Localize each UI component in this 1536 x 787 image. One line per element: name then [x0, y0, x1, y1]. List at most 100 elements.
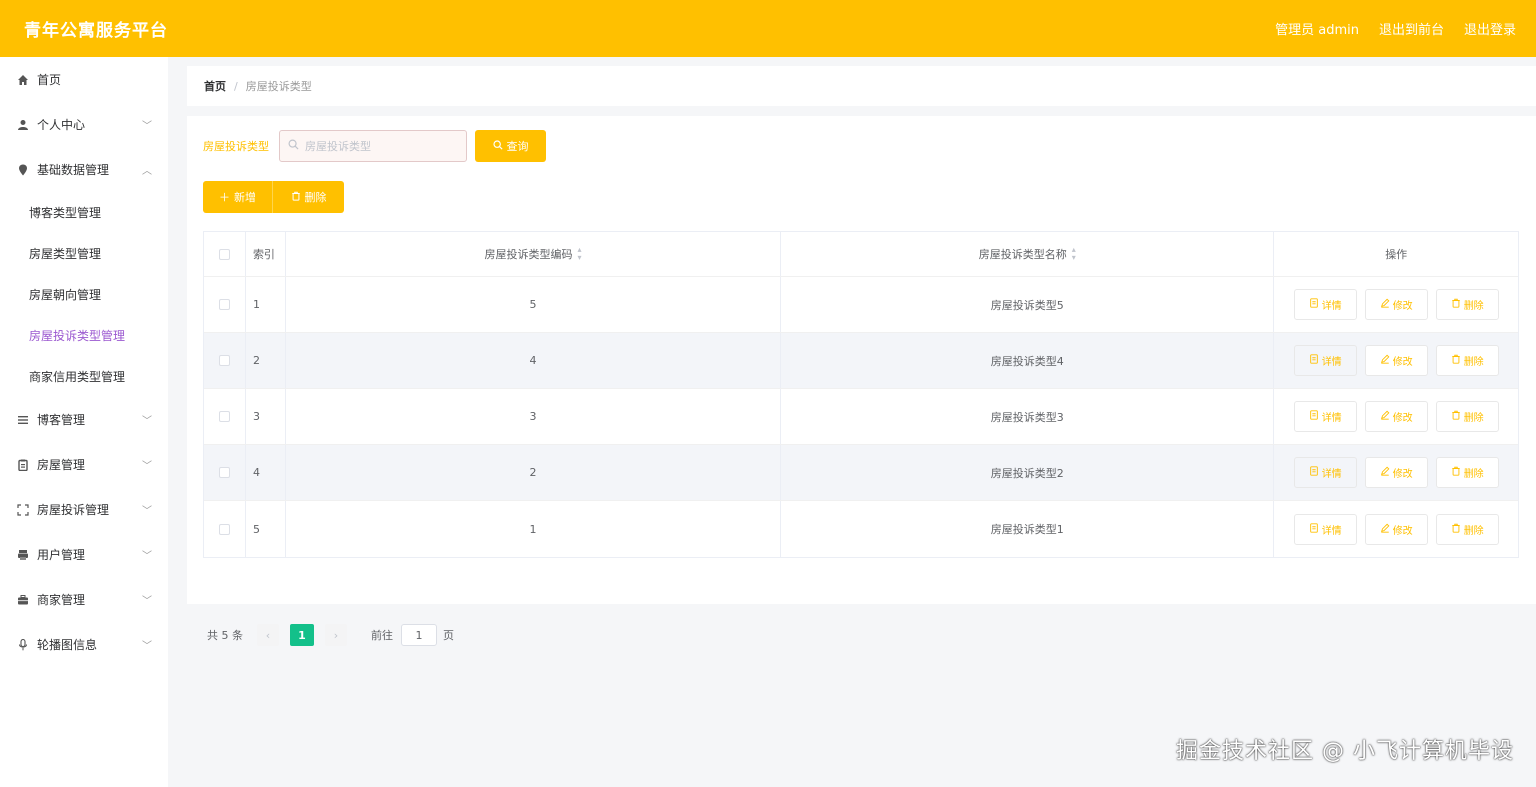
- edit-icon: [1380, 410, 1390, 423]
- delete-button[interactable]: 删除: [1435, 513, 1499, 545]
- row-checkbox[interactable]: [218, 299, 230, 310]
- row-checkbox[interactable]: [218, 523, 230, 535]
- edit-icon: [1380, 298, 1390, 311]
- cell-code: 4: [286, 333, 782, 388]
- breadcrumb-current: 房屋投诉类型: [245, 80, 312, 93]
- row-checkbox[interactable]: [218, 467, 230, 478]
- sidebar-item-blog[interactable]: 博客管理 ﹀: [0, 397, 168, 442]
- table-row: 3 3 房屋投诉类型3 详情 修改 删除: [204, 389, 1518, 445]
- sidebar-item-home[interactable]: 首页: [0, 57, 168, 102]
- goto-page-input[interactable]: [401, 624, 437, 646]
- detail-button[interactable]: 详情: [1293, 457, 1357, 488]
- cell-operations: 详情 修改 删除: [1274, 445, 1518, 500]
- column-header-code[interactable]: 房屋投诉类型编码 ▴ ▾: [286, 232, 782, 276]
- prev-page-button[interactable]: ‹: [257, 624, 279, 646]
- search-input[interactable]: [305, 139, 455, 153]
- cell-index: 2: [246, 333, 286, 388]
- delete-button[interactable]: 删除: [1435, 345, 1499, 376]
- edit-button[interactable]: 修改: [1364, 345, 1428, 376]
- sidebar-item-user[interactable]: 用户管理 ﹀: [0, 532, 168, 577]
- table-row: 4 2 房屋投诉类型2 详情 修改 删除: [204, 445, 1518, 501]
- back-to-front-link[interactable]: 退出到前台: [1379, 19, 1444, 38]
- column-header-name[interactable]: 房屋投诉类型名称 ▴ ▾: [781, 232, 1275, 276]
- cell-operations: 详情 修改 删除: [1274, 277, 1518, 332]
- chevron-up-icon: ︿: [142, 166, 152, 177]
- search-icon: [288, 139, 299, 153]
- select-all-checkbox[interactable]: [218, 248, 230, 260]
- batch-delete-button[interactable]: 删除: [273, 181, 344, 213]
- pagination-total: 共 5 条: [207, 629, 243, 642]
- add-button[interactable]: ＋ 新增: [203, 181, 273, 213]
- detail-button[interactable]: 详情: [1293, 513, 1357, 545]
- cell-name: 房屋投诉类型3: [781, 389, 1275, 444]
- sidebar-item-basic-data[interactable]: 基础数据管理 ︿: [0, 147, 168, 192]
- edit-icon: [1380, 354, 1390, 367]
- sidebar: 首页 个人中心 ﹀ 基础数据管理 ︿ 博客类型管理 房屋类型管理 房屋朝向管理 …: [0, 57, 168, 787]
- trash-icon: [1451, 354, 1461, 367]
- admin-user-label: 管理员 admin: [1275, 23, 1359, 38]
- edit-button[interactable]: 修改: [1364, 401, 1428, 432]
- detail-button[interactable]: 详情: [1293, 345, 1357, 376]
- cell-index: 3: [246, 389, 286, 444]
- sort-icon[interactable]: ▴ ▾: [578, 246, 582, 262]
- printer-icon: [17, 549, 29, 561]
- document-icon: [1309, 298, 1319, 311]
- plus-icon: ＋: [219, 191, 230, 204]
- query-button-label: 查询: [506, 140, 529, 153]
- cell-index: 4: [246, 445, 286, 500]
- sidebar-item-house-complaint[interactable]: 房屋投诉管理 ﹀: [0, 487, 168, 532]
- edit-button[interactable]: 修改: [1364, 457, 1428, 488]
- microphone-icon: [17, 638, 29, 651]
- query-button[interactable]: 查询: [475, 130, 546, 162]
- next-page-button[interactable]: ›: [325, 624, 347, 646]
- top-header: 青年公寓服务平台 管理员 admin 退出到前台 退出登录: [0, 0, 1536, 57]
- edit-button[interactable]: 修改: [1364, 289, 1428, 320]
- chevron-down-icon: ﹀: [142, 551, 152, 562]
- sidebar-item-personal-center[interactable]: 个人中心 ﹀: [0, 102, 168, 147]
- sidebar-item-house[interactable]: 房屋管理 ﹀: [0, 442, 168, 487]
- pagination: 共 5 条 ‹ 1 › 前往 页: [207, 624, 454, 646]
- chevron-down-icon: ﹀: [142, 121, 152, 132]
- cell-code: 5: [286, 277, 782, 332]
- document-icon: [1309, 466, 1319, 479]
- delete-button[interactable]: 删除: [1435, 289, 1499, 320]
- sort-icon[interactable]: ▴ ▾: [1072, 246, 1076, 262]
- cell-code: 1: [286, 501, 782, 557]
- logout-link[interactable]: 退出登录: [1464, 19, 1516, 38]
- search-input-wrapper: [279, 130, 467, 162]
- cell-operations: 详情 修改 删除: [1274, 333, 1518, 388]
- user-icon: [17, 119, 29, 131]
- row-checkbox[interactable]: [218, 355, 230, 366]
- main-area: 首页 / 房屋投诉类型 房屋投诉类型 查询 ＋ 新增: [168, 57, 1536, 787]
- delete-button[interactable]: 删除: [1435, 457, 1499, 488]
- page-number-1[interactable]: 1: [290, 624, 314, 646]
- chevron-down-icon: ﹀: [142, 596, 152, 607]
- list-icon: [17, 414, 29, 426]
- sidebar-item-carousel[interactable]: 轮播图信息 ﹀: [0, 622, 168, 667]
- table-row: 1 5 房屋投诉类型5 详情 修改 删除: [204, 277, 1518, 333]
- table-header: 索引 房屋投诉类型编码 ▴ ▾ 房屋投诉类型名称 ▴ ▾ 操作: [204, 232, 1518, 277]
- sidebar-item-blog-type[interactable]: 博客类型管理: [0, 192, 168, 233]
- document-icon: [1309, 410, 1319, 423]
- sidebar-item-house-orientation[interactable]: 房屋朝向管理: [0, 274, 168, 315]
- sidebar-item-complaint-type[interactable]: 房屋投诉类型管理: [0, 315, 168, 356]
- row-checkbox[interactable]: [218, 411, 230, 422]
- detail-button[interactable]: 详情: [1293, 289, 1357, 320]
- detail-button[interactable]: 详情: [1293, 401, 1357, 432]
- trash-icon: [1451, 523, 1461, 536]
- delete-button[interactable]: 删除: [1435, 401, 1499, 432]
- sidebar-item-merchant[interactable]: 商家管理 ﹀: [0, 577, 168, 622]
- home-icon: [17, 74, 29, 86]
- document-icon: [1309, 354, 1319, 367]
- column-header-operations: 操作: [1385, 248, 1408, 261]
- action-row: ＋ 新增 删除: [203, 181, 344, 213]
- search-label: 房屋投诉类型: [203, 140, 269, 153]
- search-row: 房屋投诉类型 查询: [203, 130, 546, 162]
- suitcase-icon: [17, 594, 29, 606]
- sidebar-item-merchant-credit-type[interactable]: 商家信用类型管理: [0, 356, 168, 397]
- edit-button[interactable]: 修改: [1364, 513, 1428, 545]
- sidebar-item-house-type[interactable]: 房屋类型管理: [0, 233, 168, 274]
- search-icon: [492, 139, 503, 153]
- breadcrumb-home[interactable]: 首页: [204, 78, 226, 94]
- cell-operations: 详情 修改 删除: [1274, 389, 1518, 444]
